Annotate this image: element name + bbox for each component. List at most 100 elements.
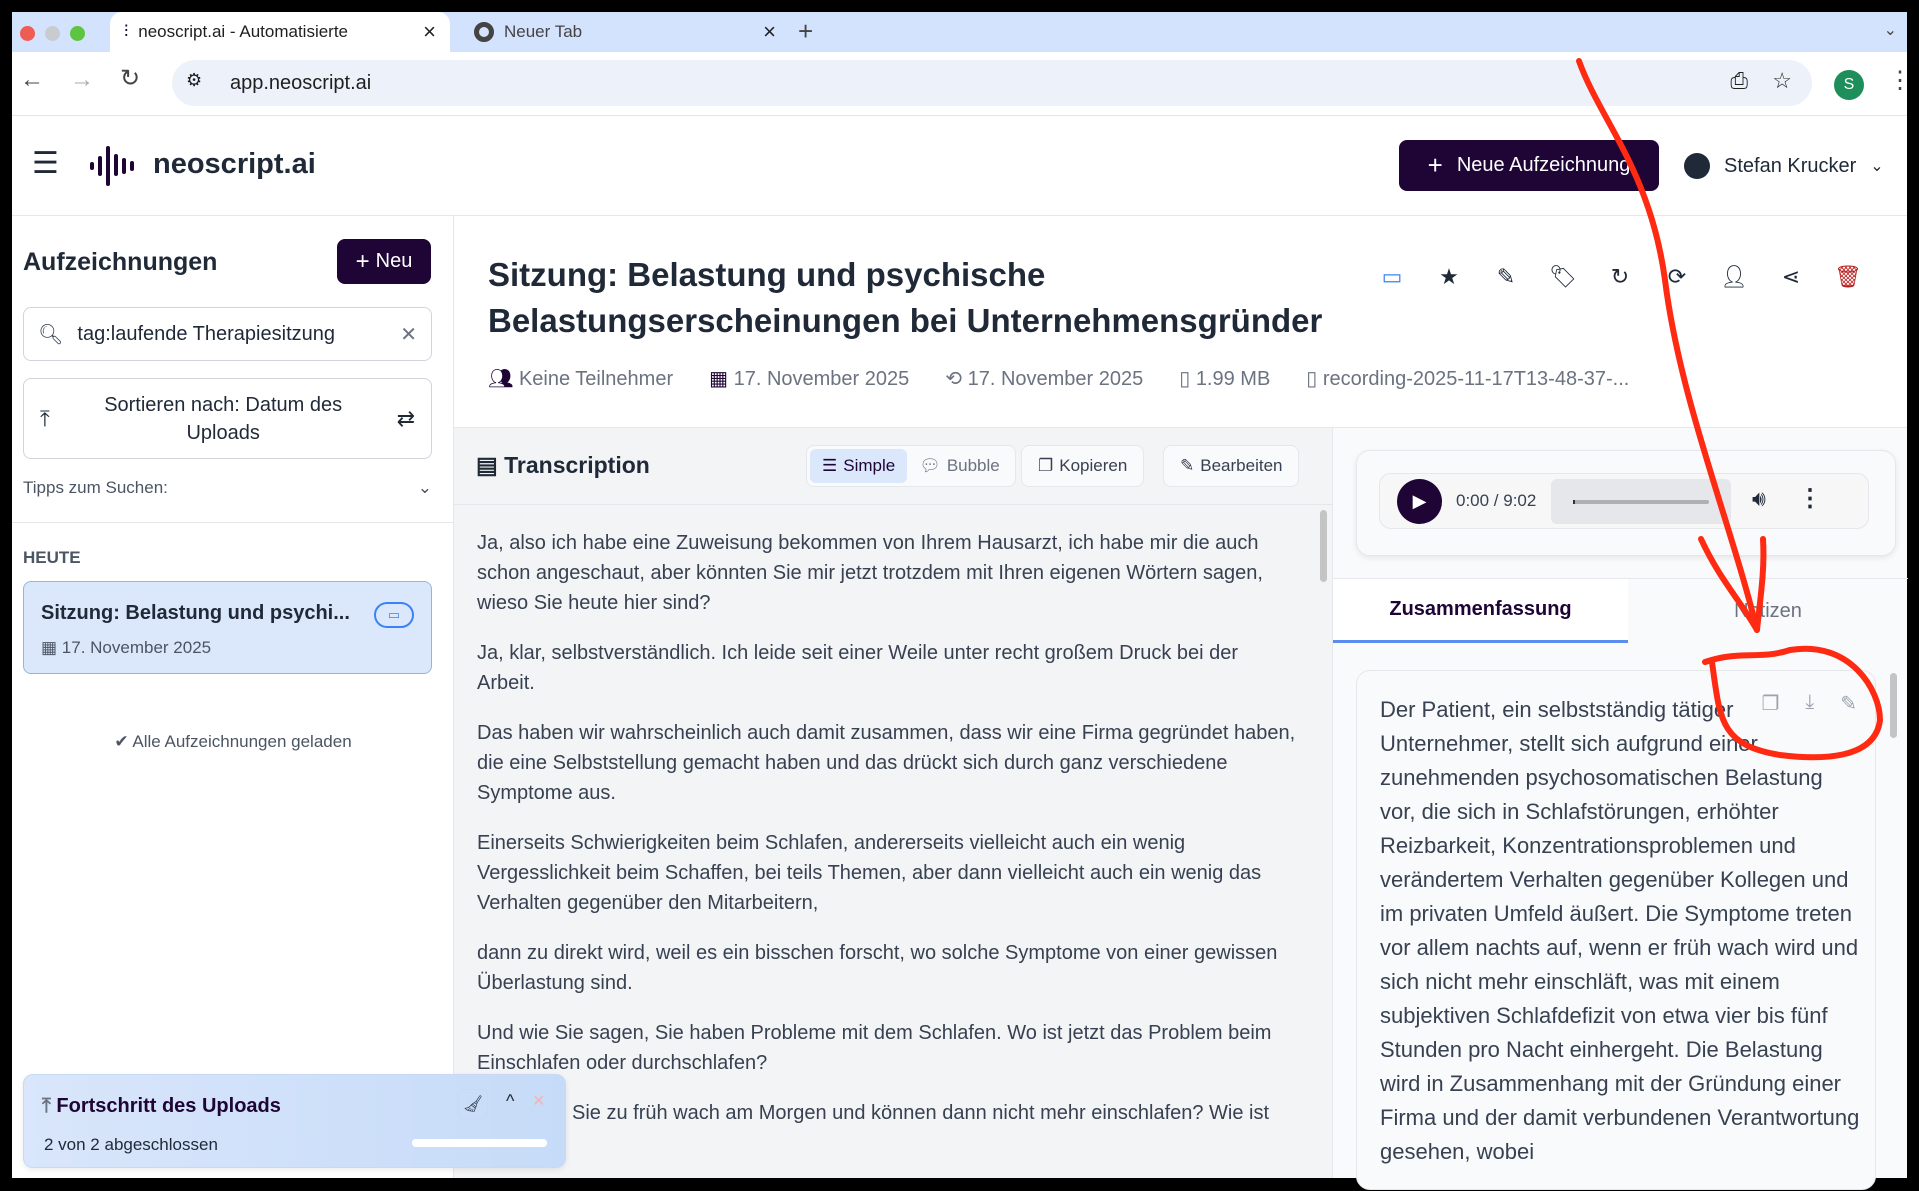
url-bar[interactable]: ⚙ app.neoscript.ai ⎙ ☆ <box>172 60 1812 106</box>
play-button[interactable]: ▶ <box>1397 479 1442 524</box>
back-button[interactable]: ← <box>20 66 44 94</box>
search-icon: 🔍︎ <box>38 323 64 346</box>
clear-search-icon[interactable]: ✕ <box>400 322 417 347</box>
recording-meta: 👥︎ Keine Teilnehmer ▦ 17. November 2025 … <box>488 366 1629 391</box>
upload-progress-bar <box>412 1139 547 1147</box>
upload-progress-panel: ⤒ Fortschritt des Uploads 2 von 2 abgesc… <box>23 1074 566 1168</box>
tab-notes[interactable]: Notizen <box>1628 579 1908 643</box>
trash-icon[interactable]: 🗑︎ <box>1828 264 1868 290</box>
divider <box>12 522 454 523</box>
site-info-icon[interactable]: ⚙ <box>186 70 202 91</box>
new-tab-button[interactable]: + <box>798 16 813 47</box>
forward-button[interactable]: → <box>70 66 94 94</box>
inbox-icon[interactable]: ▭ <box>1372 264 1412 290</box>
recording-list-item[interactable]: Sitzung: Belastung und psychi... ▦ 17. N… <box>23 581 432 674</box>
view-bubble-button[interactable]: 💬︎ Bubble <box>907 449 1012 483</box>
users-icon: 👥︎ <box>488 368 519 390</box>
share-icon[interactable]: ⋖ <box>1771 264 1811 290</box>
new-button[interactable]: + Neu <box>337 239 431 284</box>
document-icon: ▤ <box>476 452 505 478</box>
transcript-scrollbar[interactable] <box>1320 510 1327 582</box>
refresh-icon[interactable]: ⟳ <box>1657 264 1697 290</box>
copy-button[interactable]: ❐ Kopieren <box>1021 445 1145 487</box>
summary-card: ❐ ⤓ ✎ Der Patient, ein selbstständig tätig… <box>1356 670 1876 1190</box>
browser-menu-icon[interactable]: ⋮ <box>1888 66 1912 95</box>
browser-tab[interactable]: Neuer Tab × <box>460 12 790 52</box>
calendar-icon: ▦ <box>41 638 62 657</box>
history-icon: ⟲ <box>945 368 968 390</box>
recording-actions: ▭ ★ ✎ 🏷︎ ↻ ⟳ 👤︎ ⋖ 🗑︎ <box>1372 264 1868 290</box>
reload-button[interactable]: ↻ <box>120 64 140 93</box>
upload-icon: ⤒ <box>40 405 50 431</box>
all-loaded-status: ✔ Alle Aufzeichnungen geladen <box>114 732 352 751</box>
sort-button[interactable]: ⤒ Sortieren nach: Datum des Uploads ⇄ <box>23 378 432 459</box>
user-tag-icon[interactable]: 👤︎ <box>1714 264 1754 290</box>
close-icon[interactable]: ✕ <box>532 1091 545 1111</box>
inbox-badge-icon: ▭ <box>374 602 414 628</box>
collapse-chevron-icon[interactable]: ^ <box>506 1091 514 1112</box>
minimize-window-button[interactable] <box>45 26 60 41</box>
edit-transcription-button[interactable]: ✎ Bearbeiten <box>1163 445 1300 487</box>
sidebar-title: Aufzeichnungen <box>23 248 218 276</box>
close-tab-icon[interactable]: × <box>763 19 776 45</box>
view-simple-button[interactable]: ☰ Simple <box>810 449 908 483</box>
upload-icon: ⤒ <box>42 1095 57 1117</box>
transcription-title: ▤ Transcription <box>476 452 650 478</box>
audio-player-card: ▶ 0:00 / 9:02 🔊︎ ⋮ <box>1356 450 1896 556</box>
calendar-icon: ▦ <box>709 368 734 390</box>
volume-icon[interactable]: 🔊︎ <box>1752 486 1766 512</box>
file-name: ▯ recording-2025-11-17T13-48-37-... <box>1306 368 1630 390</box>
new-recording-button[interactable]: + Neue Aufzeichnung <box>1399 140 1659 191</box>
created-date: ▦ 17. November 2025 <box>709 368 910 390</box>
recordings-sidebar: Aufzeichnungen + Neu 🔍︎ tag:laufende Ther… <box>12 216 454 1178</box>
search-input[interactable]: 🔍︎ tag:laufende Therapiesitzung ✕ <box>23 307 432 361</box>
check-circle-icon: ✔ <box>114 732 133 751</box>
waveform-icon: ⫶ <box>124 22 129 41</box>
clear-broom-icon[interactable]: 🧹︎ <box>458 1089 488 1119</box>
chevron-down-icon: ⌄ <box>417 478 432 497</box>
transcript-text: Ja, also ich habe eine Zuweisung bekomme… <box>477 532 1296 1124</box>
hamburger-menu-icon[interactable]: ☰ <box>32 146 59 181</box>
swap-arrows-icon: ⇄ <box>396 405 415 431</box>
redo-icon[interactable]: ↻ <box>1600 264 1640 290</box>
close-tab-icon[interactable]: × <box>423 19 436 45</box>
modified-date: ⟲ 17. November 2025 <box>945 368 1144 390</box>
chevron-down-icon: ⌄ <box>1870 158 1884 175</box>
app-header: ☰ neoscript.ai + Neue Aufzeichnung Stefan… <box>12 116 1907 216</box>
address-bar-row: ← → ↻ ⚙ app.neoscript.ai ⎙ ☆ S ⋮ <box>12 52 1912 116</box>
maximize-window-button[interactable] <box>70 26 85 41</box>
recording-title: Sitzung: Belastung und psychische Belast… <box>488 256 1323 339</box>
star-icon[interactable]: ★ <box>1429 264 1469 290</box>
view-toggle: ☰ Simple 💬︎ Bubble <box>806 445 1016 487</box>
more-options-icon[interactable]: ⋮ <box>1798 484 1822 513</box>
search-tips-toggle[interactable]: Tipps zum Suchen: ⌄ <box>23 478 432 498</box>
participants: 👥︎ Keine Teilnehmer <box>488 368 674 390</box>
browser-tab-active[interactable]: ⫶ neoscript.ai - Automatisierte × <box>110 12 450 52</box>
install-app-icon[interactable]: ⎙ <box>1730 68 1748 94</box>
bookmark-star-icon[interactable]: ☆ <box>1772 68 1792 94</box>
brand-name: neoscript.ai <box>153 148 316 180</box>
close-window-button[interactable] <box>20 26 35 41</box>
summary-text: Der Patient, ein selbstständig tätiger U… <box>1380 697 1860 1164</box>
neoscript-logo-icon <box>90 146 134 186</box>
summary-scrollbar[interactable] <box>1890 673 1897 738</box>
transcription-toolbar: ▤ Transcription ☰ Simple 💬︎ Bubble ❐ Kopier… <box>454 428 1332 505</box>
chrome-icon <box>474 22 494 42</box>
tags-icon[interactable]: 🏷︎ <box>1543 264 1583 290</box>
browser-tab-bar: ⫶ neoscript.ai - Automatisierte × Neuer … <box>12 12 1907 52</box>
list-icon: ☰ <box>822 456 838 475</box>
upload-title: ⤒ Fortschritt des Uploads <box>42 1095 281 1117</box>
item-date: ▦ 17. November 2025 <box>41 638 212 657</box>
group-label: HEUTE <box>23 548 81 567</box>
plus-icon: + <box>355 247 370 275</box>
seek-slider[interactable] <box>1551 479 1731 524</box>
file-size: ▯ 1.99 MB <box>1179 368 1271 390</box>
copy-icon: ❐ <box>1038 456 1054 475</box>
summary-panel: ▶ 0:00 / 9:02 🔊︎ ⋮ Zusammenfassung Notiz… <box>1332 428 1908 1190</box>
edit-icon[interactable]: ✎ <box>1486 264 1526 290</box>
comments-icon: 💬︎ <box>919 456 941 475</box>
tab-summary[interactable]: Zusammenfassung <box>1333 579 1628 643</box>
user-menu[interactable]: Stefan Krucker ⌄ <box>1684 142 1884 190</box>
tab-search-chevron-icon[interactable]: ⌄ <box>1884 20 1897 40</box>
profile-avatar[interactable]: S <box>1834 70 1864 100</box>
